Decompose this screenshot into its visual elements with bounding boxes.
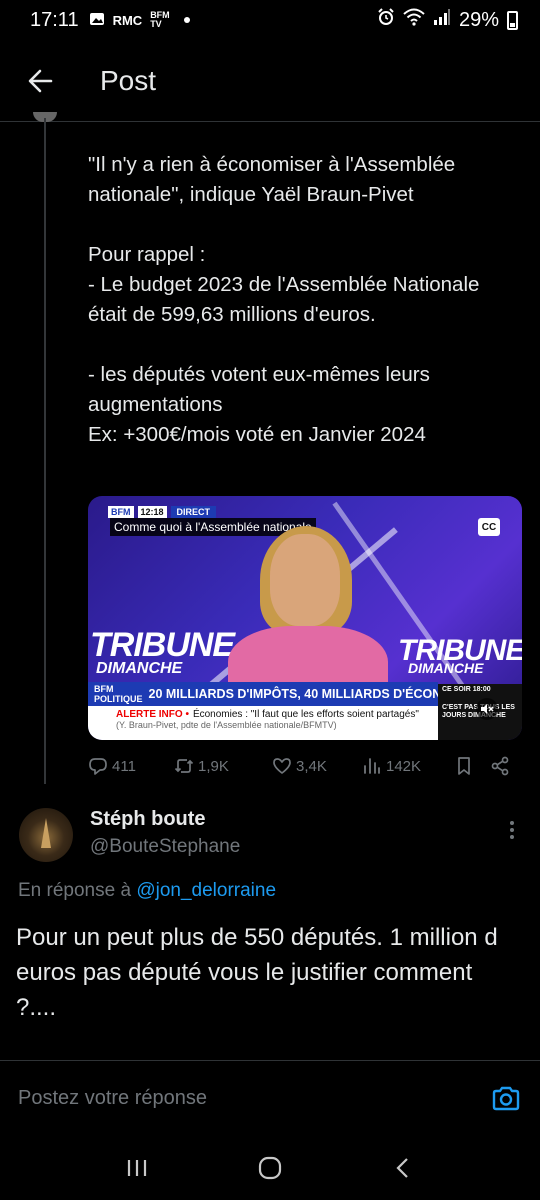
- share-button[interactable]: [490, 756, 520, 776]
- channel-logo: BFM: [108, 506, 134, 518]
- reply-input[interactable]: Postez votre réponse: [18, 1087, 207, 1110]
- thread-line: [44, 118, 46, 784]
- share-icon: [491, 756, 509, 776]
- rmc-icon: RMC: [112, 12, 143, 28]
- alert-band: ALERTE INFO • Économies : "Il faut que le…: [88, 706, 438, 740]
- arrow-left-icon: [28, 69, 53, 92]
- alert-label: ALERTE INFO •: [116, 709, 189, 720]
- speaker-muted-icon: [481, 704, 494, 714]
- system-nav-bar: [0, 1136, 540, 1200]
- heart-icon: [273, 758, 291, 774]
- system-back-button[interactable]: [383, 1148, 423, 1188]
- alert-text: Économies : "Il faut que les efforts soi…: [192, 709, 419, 720]
- battery-icon: [507, 10, 518, 30]
- reply-author-name[interactable]: Stéph boute: [90, 808, 206, 831]
- promo-time: CE SOIR 18:00: [442, 686, 491, 693]
- notification-dot-icon: [184, 17, 191, 23]
- like-button[interactable]: 3,4K: [272, 756, 362, 776]
- more-dot: [510, 835, 514, 839]
- speaker-figure: [228, 526, 388, 716]
- reply-composer: Postez votre réponse: [0, 1060, 540, 1136]
- camera-icon: [492, 1086, 520, 1111]
- program-promo: CE SOIR 18:00 C'EST PAS TOUS LES JOURS D…: [438, 684, 522, 740]
- backdrop-text: DIMANCHE: [408, 660, 484, 676]
- video-thumbnail[interactable]: BFM 12:18 DIRECT Comme quoi à l'Assemblé…: [88, 496, 522, 740]
- wifi-icon: [403, 8, 425, 32]
- headline-band: BFM POLITIQUE 20 MILLIARDS D'IMPÔTS, 40 …: [88, 682, 473, 706]
- recent-apps-icon: [127, 1160, 146, 1176]
- mute-button[interactable]: [476, 698, 498, 720]
- comment-icon: [89, 758, 107, 775]
- chevron-left-icon: [396, 1158, 409, 1178]
- camera-button[interactable]: [490, 1083, 522, 1115]
- backdrop-text: DIMANCHE: [96, 660, 183, 677]
- more-dot: [510, 828, 514, 832]
- bar-chart-icon: [364, 758, 380, 774]
- signal-icon: [433, 8, 451, 32]
- bookmark-button[interactable]: [454, 756, 490, 776]
- battery-level: 29%: [458, 8, 499, 31]
- repost-count: 1,9K: [198, 757, 229, 775]
- home-icon: [258, 1156, 282, 1180]
- repost-button[interactable]: 1,9K: [174, 756, 272, 776]
- band-logo: BFM POLITIQUE: [94, 684, 143, 704]
- bookmark-icon: [458, 757, 470, 775]
- tweet-text: "Il n'y a rien à économiser à l'Assemblé…: [88, 153, 480, 446]
- page-title: Post: [100, 64, 157, 96]
- avatar[interactable]: [19, 808, 73, 862]
- back-button[interactable]: [0, 40, 80, 122]
- more-options-button[interactable]: [500, 818, 524, 842]
- repost-icon: [174, 759, 194, 773]
- in-reply-handle-link[interactable]: @jon_delorraine: [136, 880, 276, 901]
- alarm-icon: [377, 8, 395, 32]
- reply-author-handle[interactable]: @BouteStephane: [90, 836, 240, 858]
- status-time: 17:11: [30, 8, 79, 31]
- video-headline: 20 MILLIARDS D'IMPÔTS, 40 MILLIARDS D'ÉC…: [148, 687, 474, 701]
- view-count: 142K: [386, 757, 422, 775]
- broadcast-time: 12:18: [137, 506, 167, 518]
- in-reply-prefix: En réponse à: [18, 880, 132, 901]
- home-button[interactable]: [250, 1148, 290, 1188]
- reply-text: Pour un peut plus de 550 députés. 1 mill…: [16, 924, 498, 1021]
- more-dot: [510, 821, 514, 825]
- gallery-icon: [89, 11, 105, 30]
- top-app-bar: Post: [0, 40, 540, 122]
- status-bar: 17:11 RMC BFM TV 29%: [0, 0, 540, 40]
- in-reply-to: En réponse à @jon_delorraine: [18, 880, 276, 902]
- reply-count: 411: [112, 757, 136, 775]
- alert-source: (Y. Braun-Pivet, pdte de l'Assemblée nat…: [116, 720, 337, 730]
- channel-bug: BFM 12:18 DIRECT: [108, 506, 217, 518]
- bfm-tv-icon: BFM TV: [150, 10, 170, 29]
- action-bar: 411 1,9K 3,4K 142K: [88, 752, 520, 780]
- like-count: 3,4K: [296, 757, 327, 775]
- views-button[interactable]: 142K: [362, 756, 454, 776]
- avatar-image: [41, 818, 51, 848]
- reply-button[interactable]: 411: [88, 756, 174, 776]
- recent-apps-button[interactable]: [117, 1148, 157, 1188]
- live-badge: DIRECT: [170, 506, 217, 518]
- closed-captions-button[interactable]: CC: [478, 518, 500, 536]
